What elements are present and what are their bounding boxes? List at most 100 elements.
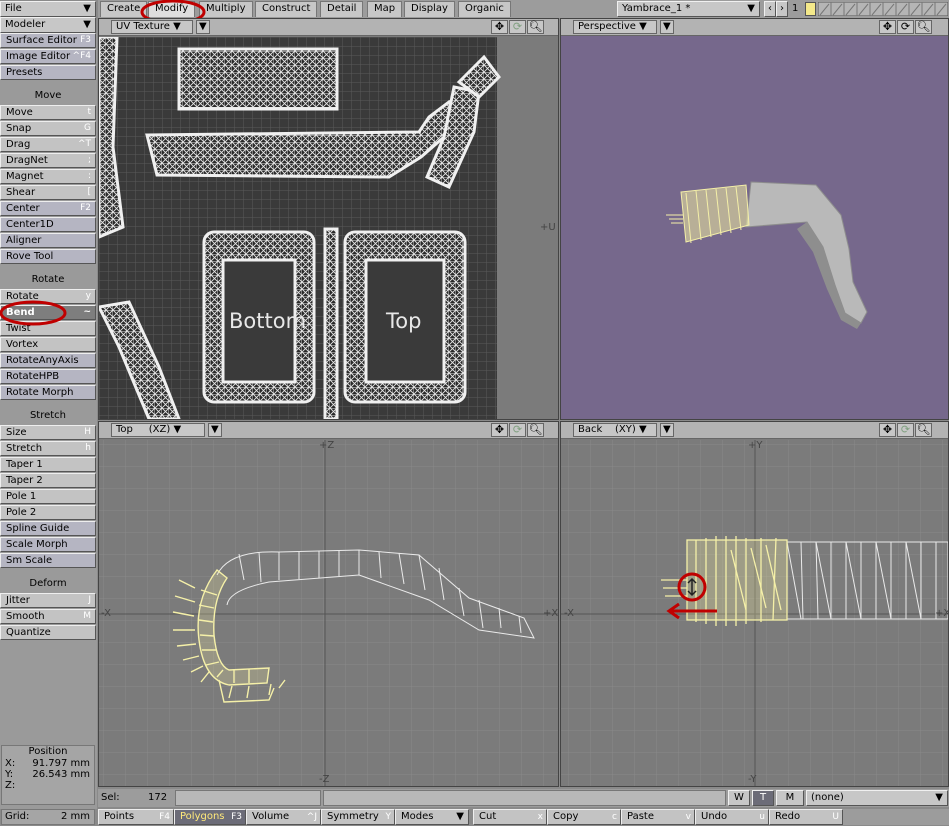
back-view-options-dropdown[interactable]: ▼ (660, 423, 674, 437)
back-view-type-dropdown[interactable]: Back (XY) ▼ (573, 423, 657, 437)
surface-editor-button[interactable]: Surface Editor F3 (0, 33, 96, 48)
magnet-button[interactable]: Magnet: (0, 169, 96, 184)
layer-1-button[interactable] (805, 2, 816, 16)
prev-object-button[interactable]: ‹ (764, 1, 776, 17)
smooth-button[interactable]: Smooth M (0, 609, 96, 624)
center1d-button[interactable]: Center1D (0, 217, 96, 232)
back-axis-px: +X (935, 608, 949, 619)
position-title: Position (28, 746, 68, 757)
uv-label-top: Top (386, 309, 422, 333)
bottom-filler (843, 809, 949, 825)
rotate-morph-button[interactable]: Rotate Morph (0, 385, 96, 400)
top-axis-nz: -Z (319, 774, 330, 785)
back-viewport-header: Back (XY) ▼ ▼ ✥ ⟳ 🔍︎ (561, 422, 948, 439)
uv-axis-u: +U (540, 222, 556, 233)
move-group-header: Move (0, 86, 96, 105)
move-view-icon[interactable]: ✥ (879, 20, 896, 34)
polygons-mode-button[interactable]: Polygons F3 (174, 809, 246, 825)
stretch-button[interactable]: Stretch h (0, 441, 96, 456)
rotate-view-icon[interactable]: ⟳ (509, 423, 526, 437)
tab-construct[interactable]: Construct (255, 1, 318, 17)
zoom-view-icon[interactable]: 🔍︎ (527, 423, 544, 437)
aligner-button[interactable]: Aligner (0, 233, 96, 248)
pole1-button[interactable]: Pole 1 (0, 489, 96, 504)
rotate-group-header: Rotate (0, 270, 96, 289)
zoom-view-icon[interactable]: 🔍︎ (915, 20, 932, 34)
tab-organic[interactable]: Organic (458, 1, 511, 17)
file-menu[interactable]: File ▼ (0, 1, 96, 17)
center-button[interactable]: Center F2 (0, 201, 96, 216)
points-mode-button[interactable]: Points F4 (98, 809, 174, 825)
pole2-button[interactable]: Pole 2 (0, 505, 96, 520)
symmetry-button[interactable]: Symmetry Y (321, 809, 395, 825)
scale-morph-button[interactable]: Scale Morph (0, 537, 96, 552)
position-x: X: 91.797 mm (5, 758, 90, 769)
rove-tool-button[interactable]: Rove Tool (0, 249, 96, 264)
uv-viewport[interactable]: UV Texture ▼ ▼ ✥ ⟳ 🔍︎ Bottom Top +U (98, 18, 559, 420)
layer-buttons[interactable] (818, 2, 948, 16)
perspective-viewport[interactable]: Perspective ▼ ▼ ✥ ⟳ 🔍︎ (560, 18, 949, 420)
zoom-view-icon[interactable]: 🔍︎ (527, 20, 544, 34)
top-axis-pz: +Z (319, 440, 335, 451)
perspective-view-type-dropdown[interactable]: Perspective ▼ (573, 20, 657, 34)
perspective-canvas (666, 181, 868, 329)
rotate-view-icon[interactable]: ⟳ (897, 20, 914, 34)
status-field-2 (323, 790, 726, 806)
taper1-button[interactable]: Taper 1 (0, 457, 96, 472)
move-button[interactable]: Move t (0, 105, 96, 120)
presets-button[interactable]: Presets (0, 65, 96, 80)
volume-mode-button[interactable]: Volume ^J (246, 809, 321, 825)
back-axis-ny: -Y (748, 774, 757, 785)
vortex-button[interactable]: Vortex (0, 337, 96, 352)
rotateanyaxis-button[interactable]: RotateAnyAxis (0, 353, 96, 368)
shear-button[interactable]: Shear[ (0, 185, 96, 200)
top-viewport-header: Top (XZ) ▼ ▼ ✥ ⟳ 🔍︎ (99, 422, 558, 439)
top-viewport[interactable]: Top (XZ) ▼ ▼ ✥ ⟳ 🔍︎ +Z -Z -X +X (98, 421, 559, 787)
tab-map[interactable]: Map (367, 1, 403, 17)
tab-display[interactable]: Display (404, 1, 455, 17)
next-object-button[interactable]: › (776, 1, 788, 17)
rotate-view-icon[interactable]: ⟳ (897, 423, 914, 437)
wtm-m-button[interactable]: M (776, 790, 804, 806)
tab-detail[interactable]: Detail (320, 1, 364, 17)
dragnet-button[interactable]: DragNet; (0, 153, 96, 168)
modes-dropdown[interactable]: Modes ▼ (395, 809, 469, 825)
jitter-button[interactable]: Jitter J (0, 593, 96, 608)
wtm-w-button[interactable]: W (728, 790, 750, 806)
snap-button[interactable]: Snap G (0, 121, 96, 136)
copy-button[interactable]: Copy c (547, 809, 621, 825)
paste-button[interactable]: Paste v (621, 809, 695, 825)
move-view-icon[interactable]: ✥ (879, 423, 896, 437)
uv-view-type-dropdown[interactable]: UV Texture ▼ (111, 20, 193, 34)
sm-scale-button[interactable]: Sm Scale (0, 553, 96, 568)
top-axis-nx: -X (101, 608, 111, 619)
perspective-viewport-header: Perspective ▼ ▼ ✥ ⟳ 🔍︎ (561, 19, 948, 36)
move-view-icon[interactable]: ✥ (491, 20, 508, 34)
wtm-t-button[interactable]: T (752, 790, 774, 806)
surface-select[interactable]: (none) ▼ (806, 790, 948, 806)
size-button[interactable]: Size H (0, 425, 96, 440)
move-view-icon[interactable]: ✥ (491, 423, 508, 437)
perspective-view-options-dropdown[interactable]: ▼ (660, 20, 674, 34)
rotate-view-icon[interactable]: ⟳ (509, 20, 526, 34)
top-canvas (99, 440, 558, 786)
image-editor-button[interactable]: Image Editor ^F4 (0, 49, 96, 64)
redo-button[interactable]: Redo U (769, 809, 843, 825)
undo-button[interactable]: Undo u (695, 809, 769, 825)
zoom-view-icon[interactable]: 🔍︎ (915, 423, 932, 437)
rotatehpb-button[interactable]: RotateHPB (0, 369, 96, 384)
uv-label-bottom: Bottom (229, 309, 307, 333)
spline-guide-button[interactable]: Spline Guide (0, 521, 96, 536)
top-view-options-dropdown[interactable]: ▼ (208, 423, 222, 437)
bend-annotation-circle (0, 300, 67, 326)
object-select[interactable]: Yambrace_1 * ▼ (617, 1, 760, 17)
quantize-button[interactable]: Quantize (0, 625, 96, 640)
taper2-button[interactable]: Taper 2 (0, 473, 96, 488)
drag-button[interactable]: Drag ^T (0, 137, 96, 152)
layer-number: 1 (792, 3, 799, 14)
modeler-menu[interactable]: Modeler ▼ (0, 17, 96, 33)
uv-view-options-dropdown[interactable]: ▼ (196, 20, 210, 34)
top-view-type-dropdown[interactable]: Top (XZ) ▼ (111, 423, 205, 437)
back-viewport[interactable]: Back (XY) ▼ ▼ ✥ ⟳ 🔍︎ +Y -Y -X +X (560, 421, 949, 787)
cut-button[interactable]: Cut x (473, 809, 547, 825)
